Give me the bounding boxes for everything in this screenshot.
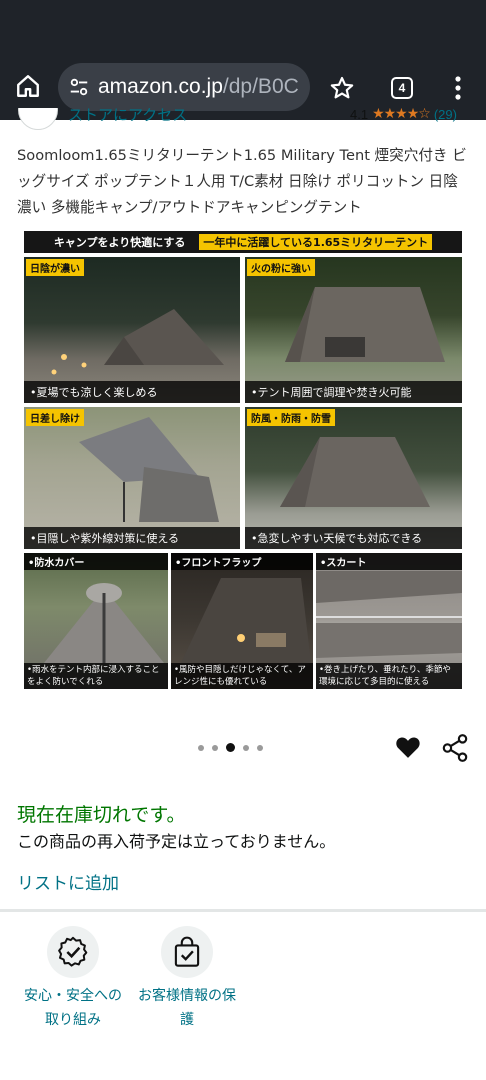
section-divider: [0, 909, 486, 912]
feature-safety[interactable]: 安心・安全への 取り組み: [14, 926, 132, 1032]
tile-caption: •夏場でも涼しく楽しめる: [24, 381, 240, 403]
shield-badge-icon: [47, 926, 99, 978]
restock-note: この商品の再入荷予定は立っておりません。: [17, 832, 336, 851]
share-icon[interactable]: [442, 734, 468, 762]
image-tile-shade: 日陰が濃い •夏場でも涼しく楽しめる: [24, 257, 240, 403]
tile-caption: •風防や目隠しだけじゃなくて、アレンジ性にも優れている: [171, 663, 313, 689]
visit-store-link[interactable]: ストアにアクセス: [68, 108, 187, 125]
tile-caption: •雨水をテント内部に浸入することをよく防いでくれる: [24, 663, 168, 689]
tile-caption: •巻き上げたり、垂れたり、季節や環境に応じて多目的に使える: [316, 663, 462, 689]
heart-icon[interactable]: [395, 735, 421, 761]
home-icon[interactable]: [12, 70, 44, 102]
tile-caption: •目隠しや紫外線対策に使える: [24, 527, 240, 549]
overflow-menu-icon[interactable]: [442, 72, 474, 104]
image-tile-weather: 防風・防雨・防雪 •急変しやすい天候でも対応できる: [245, 407, 462, 549]
tile-tag: 防風・防雨・防雪: [247, 409, 335, 426]
carousel-dot[interactable]: [198, 744, 204, 751]
feature-label-line1: 安心・安全への: [24, 988, 122, 1004]
tile-tag: 日陰が濃い: [26, 259, 84, 276]
feature-privacy[interactable]: お客様情報の保 護: [128, 926, 246, 1032]
rating-summary[interactable]: 4.1 ★★★★☆ (29): [350, 108, 457, 122]
tile-tag: 日差し除け: [26, 409, 84, 426]
image-tile-skirt: •スカート •巻き上げたり、垂れたり、季節や環境に応じて多目的に使える: [316, 553, 462, 689]
tab-count: 4: [391, 77, 413, 99]
image-banner: キャンプをより快適にする 一年中に活躍している1.65ミリタリーテント: [24, 231, 462, 253]
store-logo[interactable]: [18, 108, 58, 130]
image-tile-spark: 火の粉に強い •テント周囲で調理や焚き火可能: [245, 257, 462, 403]
carousel-indicator: [198, 743, 263, 752]
image-tile-front-flap: •フロントフラップ •風防や目隠しだけじゃなくて、アレンジ性にも優れている: [171, 553, 313, 689]
url-path: /dp/B0C: [222, 75, 299, 98]
add-to-list-link[interactable]: リストに追加: [17, 869, 119, 894]
product-title: Soomloom1.65ミリタリーテント1.65 Military Tent 煙…: [17, 147, 467, 216]
lock-bag-icon: [161, 926, 213, 978]
tab-switcher-button[interactable]: 4: [386, 72, 418, 104]
tile-tag: 火の粉に強い: [247, 259, 315, 276]
url-bar[interactable]: amazon.co.jp/dp/B0C: [58, 63, 310, 111]
banner-left-text: キャンプをより快適にする: [53, 236, 186, 249]
tile-header: •スカート: [316, 553, 462, 570]
browser-toolbar: amazon.co.jp/dp/B0C 4: [0, 0, 486, 120]
rating-stars-icon: ★★★★☆: [372, 108, 431, 122]
tile-caption: •急変しやすい天候でも対応できる: [245, 527, 462, 549]
product-image[interactable]: キャンプをより快適にする 一年中に活躍している1.65ミリタリーテント 日陰が濃…: [24, 231, 462, 689]
tile-header: •フロントフラップ: [171, 553, 313, 570]
url-text[interactable]: amazon.co.jp/dp/B0C: [98, 75, 299, 99]
feature-label-line2: 護: [180, 1012, 194, 1028]
bookmark-star-icon[interactable]: [326, 72, 358, 104]
rating-value: 4.1: [350, 108, 369, 122]
site-settings-icon[interactable]: [68, 76, 90, 98]
store-row: ストアにアクセス 4.1 ★★★★☆ (29): [0, 108, 486, 130]
tile-header: •防水カバー: [24, 553, 168, 570]
feature-label-line1: お客様情報の保: [138, 988, 236, 1004]
image-tile-waterproof-cover: •防水カバー •雨水をテント内部に浸入することをよく防いでくれる: [24, 553, 168, 689]
banner-right-text: 一年中に活躍している1.65ミリタリーテント: [199, 234, 433, 250]
carousel-dot[interactable]: [243, 744, 249, 751]
rating-count[interactable]: (29): [434, 108, 457, 122]
carousel-dot[interactable]: [257, 744, 263, 751]
carousel-dot[interactable]: [212, 744, 218, 751]
tile-caption: •テント周囲で調理や焚き火可能: [245, 381, 462, 403]
image-tile-sunshade: 日差し除け •目隠しや紫外線対策に使える: [24, 407, 240, 549]
feature-label-line2: 取り組み: [45, 1012, 101, 1028]
stock-status: 現在在庫切れです。: [17, 804, 186, 826]
carousel-dot-active[interactable]: [226, 743, 235, 752]
url-host: amazon.co.jp: [98, 75, 223, 98]
